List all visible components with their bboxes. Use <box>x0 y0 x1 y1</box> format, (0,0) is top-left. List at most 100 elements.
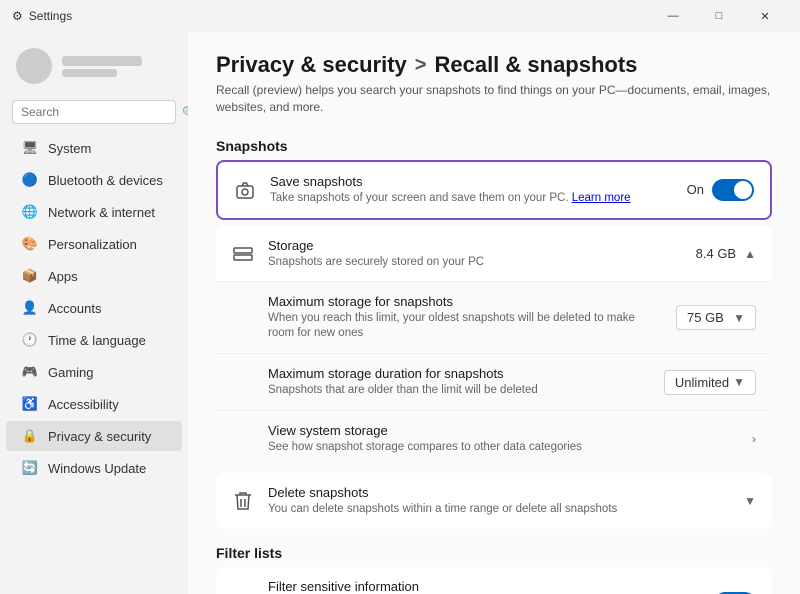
filter-sensitive-text: Filter sensitive information Snapshots w… <box>268 579 675 594</box>
breadcrumb-separator: > <box>415 54 427 77</box>
trash-icon <box>232 490 254 512</box>
sidebar-item-label: Network & internet <box>48 205 155 220</box>
sidebar-item-label: Privacy & security <box>48 429 151 444</box>
view-storage-control: › <box>752 432 756 446</box>
breadcrumb-current: Recall & snapshots <box>434 52 637 78</box>
profile-name-bar <box>62 56 142 66</box>
sidebar-item-label: Gaming <box>48 365 94 380</box>
save-snapshots-card: Save snapshots Take snapshots of your sc… <box>216 160 772 220</box>
save-snapshots-control: On <box>687 179 754 201</box>
max-storage-title: Maximum storage for snapshots <box>268 294 662 309</box>
sidebar: 🔍 🖥 System 🔵 Bluetooth & devices 🌐 Netwo… <box>0 32 188 594</box>
save-snapshots-desc: Take snapshots of your screen and save t… <box>270 191 673 206</box>
storage-desc: Snapshots are securely stored on your PC <box>268 255 682 270</box>
max-storage-text: Maximum storage for snapshots When you r… <box>268 294 662 341</box>
storage-item: Storage Snapshots are securely stored on… <box>216 226 772 283</box>
maximize-button[interactable]: □ <box>696 0 742 32</box>
max-storage-item: Maximum storage for snapshots When you r… <box>216 282 772 354</box>
max-duration-control: Unlimited ▼ <box>664 370 756 395</box>
storage-control[interactable]: 8.4 GB ▲ <box>696 246 756 261</box>
view-storage-title: View system storage <box>268 423 738 438</box>
profile-section <box>0 40 188 96</box>
network-icon: 🌐 <box>22 204 38 220</box>
accessibility-icon: ♿ <box>22 396 38 412</box>
storage-chevron-up: ▲ <box>744 247 756 261</box>
main-content: Privacy & security > Recall & snapshots … <box>188 32 800 594</box>
page-header: Privacy & security > Recall & snapshots … <box>188 32 800 124</box>
max-storage-chevron: ▼ <box>733 311 745 325</box>
storage-card: Storage Snapshots are securely stored on… <box>216 226 772 468</box>
view-storage-item[interactable]: View system storage See how snapshot sto… <box>216 411 772 467</box>
storage-icon <box>232 243 254 265</box>
delete-snapshots-desc: You can delete snapshots within a time r… <box>268 502 730 517</box>
delete-snapshots-card: Delete snapshots You can delete snapshot… <box>216 473 772 529</box>
titlebar-title: ⚙ Settings <box>12 9 72 23</box>
delete-snapshots-text: Delete snapshots You can delete snapshot… <box>268 485 730 517</box>
max-duration-desc: Snapshots that are older than the limit … <box>268 383 650 398</box>
search-box[interactable]: 🔍 <box>12 100 176 124</box>
titlebar: ⚙ Settings — □ ✕ <box>0 0 800 32</box>
filter-card: Filter sensitive information Snapshots w… <box>216 567 772 594</box>
sidebar-item-label: System <box>48 141 91 156</box>
save-snapshots-item: Save snapshots Take snapshots of your sc… <box>218 162 770 218</box>
profile-sub-bar <box>62 69 117 77</box>
storage-text: Storage Snapshots are securely stored on… <box>268 238 682 270</box>
camera-icon <box>234 179 256 201</box>
max-duration-select[interactable]: Unlimited ▼ <box>664 370 756 395</box>
delete-snapshots-title: Delete snapshots <box>268 485 730 500</box>
max-storage-desc: When you reach this limit, your oldest s… <box>268 311 662 341</box>
storage-title: Storage <box>268 238 682 253</box>
sidebar-item-label: Accounts <box>48 301 101 316</box>
sidebar-item-bluetooth[interactable]: 🔵 Bluetooth & devices <box>6 165 182 195</box>
save-snapshots-text: Save snapshots Take snapshots of your sc… <box>270 174 673 206</box>
sidebar-item-accounts[interactable]: 👤 Accounts <box>6 293 182 323</box>
view-storage-text: View system storage See how snapshot sto… <box>268 423 738 455</box>
sidebar-item-personalization[interactable]: 🎨 Personalization <box>6 229 182 259</box>
sidebar-item-network[interactable]: 🌐 Network & internet <box>6 197 182 227</box>
page-subtitle: Recall (preview) helps you search your s… <box>216 82 772 116</box>
search-input[interactable] <box>21 105 176 119</box>
max-storage-control: 75 GB ▼ <box>676 305 756 330</box>
sidebar-item-label: Windows Update <box>48 461 146 476</box>
sidebar-item-system[interactable]: 🖥 System <box>6 133 182 163</box>
sidebar-item-label: Accessibility <box>48 397 119 412</box>
sidebar-item-label: Bluetooth & devices <box>48 173 163 188</box>
max-duration-chevron: ▼ <box>733 375 745 389</box>
sidebar-item-label: Time & language <box>48 333 146 348</box>
settings-icon: ⚙ <box>12 9 23 23</box>
close-button[interactable]: ✕ <box>742 0 788 32</box>
sidebar-item-time[interactable]: 🕐 Time & language <box>6 325 182 355</box>
max-duration-item: Maximum storage duration for snapshots S… <box>216 354 772 411</box>
sidebar-item-update[interactable]: 🔄 Windows Update <box>6 453 182 483</box>
max-duration-text: Maximum storage duration for snapshots S… <box>268 366 650 398</box>
max-duration-title: Maximum storage duration for snapshots <box>268 366 650 381</box>
bluetooth-icon: 🔵 <box>22 172 38 188</box>
max-storage-select[interactable]: 75 GB ▼ <box>676 305 756 330</box>
sidebar-item-apps[interactable]: 📦 Apps <box>6 261 182 291</box>
view-storage-desc: See how snapshot storage compares to oth… <box>268 440 738 455</box>
sidebar-item-privacy[interactable]: 🔒 Privacy & security <box>6 421 182 451</box>
save-snapshots-toggle[interactable] <box>712 179 754 201</box>
save-snapshots-label: On <box>687 182 704 197</box>
save-snapshots-title: Save snapshots <box>270 174 673 189</box>
filter-sensitive-item: Filter sensitive information Snapshots w… <box>216 567 772 594</box>
privacy-icon: 🔒 <box>22 428 38 444</box>
gaming-icon: 🎮 <box>22 364 38 380</box>
delete-snapshots-control[interactable]: ▼ <box>744 494 756 508</box>
sidebar-item-accessibility[interactable]: ♿ Accessibility <box>6 389 182 419</box>
sidebar-item-gaming[interactable]: 🎮 Gaming <box>6 357 182 387</box>
snapshots-section-title: Snapshots <box>188 124 800 160</box>
minimize-button[interactable]: — <box>650 0 696 32</box>
save-snapshots-learn-more[interactable]: Learn more <box>572 192 631 204</box>
apps-icon: 📦 <box>22 268 38 284</box>
delete-snapshots-chevron: ▼ <box>744 494 756 508</box>
sidebar-item-label: Personalization <box>48 237 137 252</box>
filter-sensitive-title: Filter sensitive information <box>268 579 675 594</box>
filter-section-title: Filter lists <box>188 531 800 567</box>
avatar <box>16 48 52 84</box>
breadcrumb-parent[interactable]: Privacy & security <box>216 52 407 78</box>
window-title: Settings <box>29 9 72 23</box>
breadcrumb: Privacy & security > Recall & snapshots <box>216 52 772 78</box>
view-storage-chevron-right: › <box>752 432 756 446</box>
sidebar-item-label: Apps <box>48 269 78 284</box>
